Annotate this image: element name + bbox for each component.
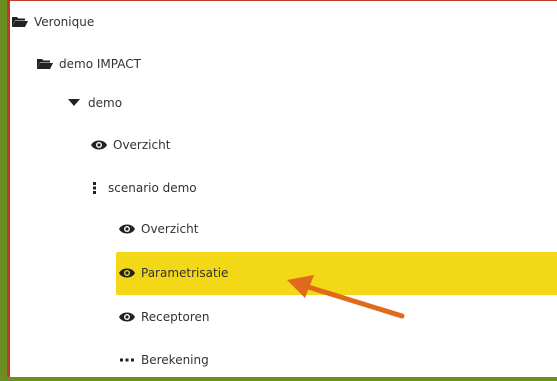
folder-open-icon bbox=[12, 15, 28, 29]
folder-open-icon bbox=[37, 57, 53, 71]
tree-item-scenario-demo[interactable]: scenario demo bbox=[86, 167, 197, 209]
tree-item-label: demo IMPACT bbox=[59, 57, 141, 71]
vertical-ellipsis-icon bbox=[86, 181, 102, 195]
tree-item-receptoren[interactable]: Receptoren bbox=[119, 296, 209, 338]
tree-item-label: scenario demo bbox=[108, 181, 197, 195]
tree-item-label: Berekening bbox=[141, 353, 209, 367]
tree-item-label: Veronique bbox=[34, 15, 95, 29]
tree-item-label: demo bbox=[88, 96, 123, 110]
eye-icon bbox=[91, 138, 107, 152]
eye-icon bbox=[119, 222, 135, 236]
tree-item-berekening[interactable]: Berekening bbox=[119, 339, 209, 381]
eye-icon bbox=[119, 266, 135, 280]
tree-item-demo[interactable]: demo bbox=[66, 82, 122, 124]
tree-item-label: Parametrisatie bbox=[141, 266, 229, 280]
tree-item-scenario-overzicht[interactable]: Overzicht bbox=[119, 208, 198, 250]
tree-item-demo-impact[interactable]: demo IMPACT bbox=[37, 43, 141, 85]
tree-item-label: Overzicht bbox=[113, 138, 171, 152]
tree-item-parametrisatie[interactable]: Parametrisatie bbox=[119, 252, 228, 294]
tree-item-overzicht[interactable]: Overzicht bbox=[91, 124, 170, 166]
horizontal-ellipsis-icon bbox=[119, 353, 135, 367]
tree-item-label: Receptoren bbox=[141, 310, 210, 324]
eye-icon bbox=[119, 310, 135, 324]
tree-item-label: Overzicht bbox=[141, 222, 199, 236]
caret-down-icon bbox=[66, 96, 82, 110]
tree-panel: Veronique demo IMPACT demo Overzicht sce… bbox=[7, 0, 557, 377]
tree-item-veronique[interactable]: Veronique bbox=[12, 1, 94, 43]
